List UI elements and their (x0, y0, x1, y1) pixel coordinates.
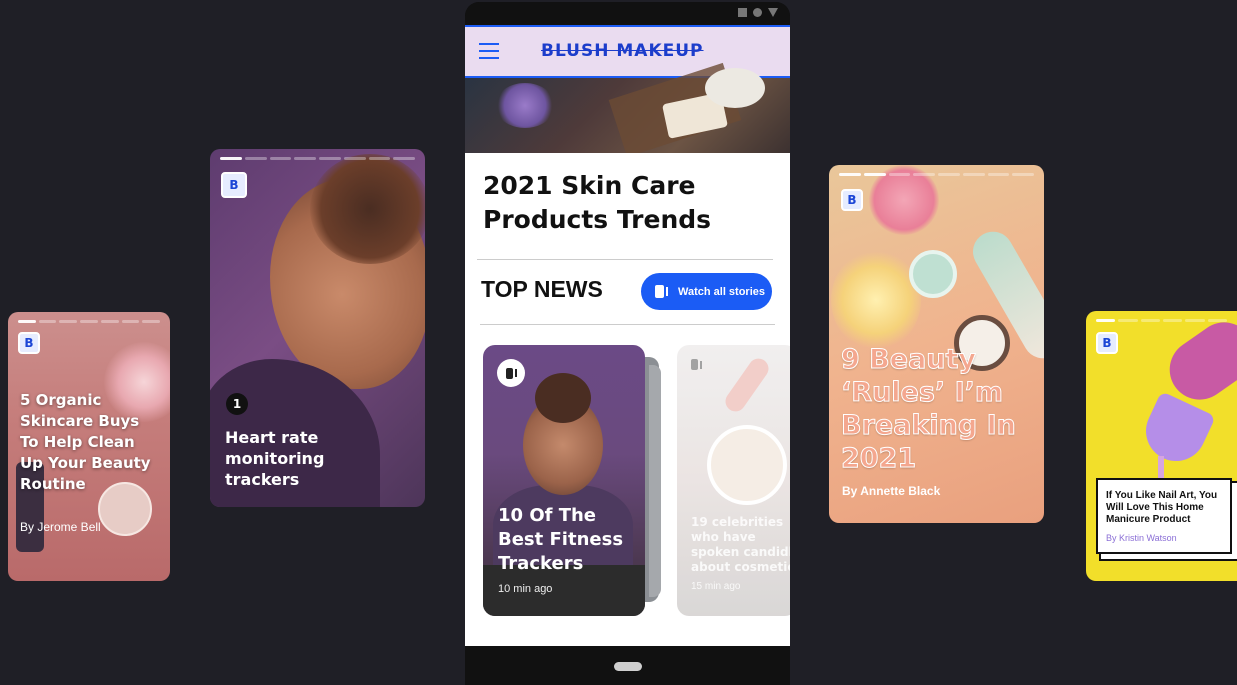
story-byline: By Jerome Bell (20, 520, 101, 534)
hair-image (310, 154, 425, 264)
triangle-icon (768, 8, 778, 17)
card-time: 15 min ago (691, 581, 741, 592)
phone-frame: BLUSH MAKEUP 2021 Skin Care Products Tre… (465, 2, 790, 685)
coffee-pot-image (1136, 391, 1216, 471)
story-title: Heart rate monitoring trackers (225, 428, 325, 489)
story-byline: By Kristin Watson (1106, 533, 1177, 543)
story-progress (1096, 319, 1227, 322)
story-card-organic-skincare[interactable]: B 5 Organic Skincare Buys To Help Clean … (8, 312, 170, 581)
story-card-heart-rate[interactable]: B 1 Heart rate monitoring trackers (210, 149, 425, 507)
story-title: 5 Organic Skincare Buys To Help Clean Up… (20, 391, 151, 493)
stories-icon (655, 285, 668, 298)
story-card-celebrities[interactable]: 19 celebrities who have spoken candidly … (677, 345, 790, 616)
stories-icon (691, 359, 702, 370)
flower-image (831, 250, 921, 350)
article-title[interactable]: 2021 Skin Care Products Trends (483, 169, 743, 237)
hero-image (465, 62, 790, 158)
brand-badge: B (1096, 332, 1118, 354)
story-title: If You Like Nail Art, You Will Love This… (1106, 490, 1218, 525)
story-card-beauty-rules[interactable]: B 9 Beauty ‘Rules’ I’m Breaking In 2021 … (829, 165, 1044, 523)
card-title: 19 celebrities who have spoken candidly … (691, 515, 790, 574)
story-card-fitness-trackers[interactable]: 10 Of The Best Fitness Trackers 10 min a… (483, 345, 645, 616)
status-bar (465, 2, 790, 25)
card-title: 10 Of The Best Fitness Trackers (498, 505, 624, 574)
circle-icon (753, 8, 762, 17)
brand-logo[interactable]: BLUSH MAKEUP (541, 41, 704, 61)
brand-badge: B (221, 172, 247, 198)
story-title: 9 Beauty ‘Rules’ I’m Breaking In 2021 (841, 344, 1017, 475)
story-progress (18, 320, 161, 323)
brand-badge: B (18, 332, 40, 354)
stories-icon (497, 359, 525, 387)
stop-icon (738, 8, 747, 17)
divider (477, 259, 773, 260)
watch-button-label: Watch all stories (678, 285, 766, 298)
stage: B 5 Organic Skincare Buys To Help Clean … (0, 0, 1237, 685)
story-stack-shadow (649, 365, 661, 597)
brush-image (721, 354, 773, 416)
rank-number: 1 (226, 393, 248, 415)
section-title: TOP NEWS (481, 276, 603, 302)
cream-jar-image (909, 250, 957, 298)
nav-bar (465, 646, 790, 685)
story-progress (839, 173, 1034, 176)
story-byline: By Annette Black (842, 484, 941, 498)
story-caption-card: If You Like Nail Art, You Will Love This… (1096, 478, 1232, 554)
page-content: 2021 Skin Care Products Trends TOP NEWS … (465, 153, 790, 646)
powder-image (707, 425, 787, 505)
brand-badge: B (841, 189, 863, 211)
watch-all-stories-button[interactable]: Watch all stories (641, 273, 772, 310)
card-time: 10 min ago (498, 583, 553, 595)
menu-icon[interactable] (479, 43, 499, 59)
divider (480, 324, 775, 325)
home-indicator[interactable] (614, 662, 642, 671)
story-card-nail-art[interactable]: B If You Like Nail Art, You Will Love Th… (1086, 311, 1237, 581)
story-progress (220, 157, 415, 160)
